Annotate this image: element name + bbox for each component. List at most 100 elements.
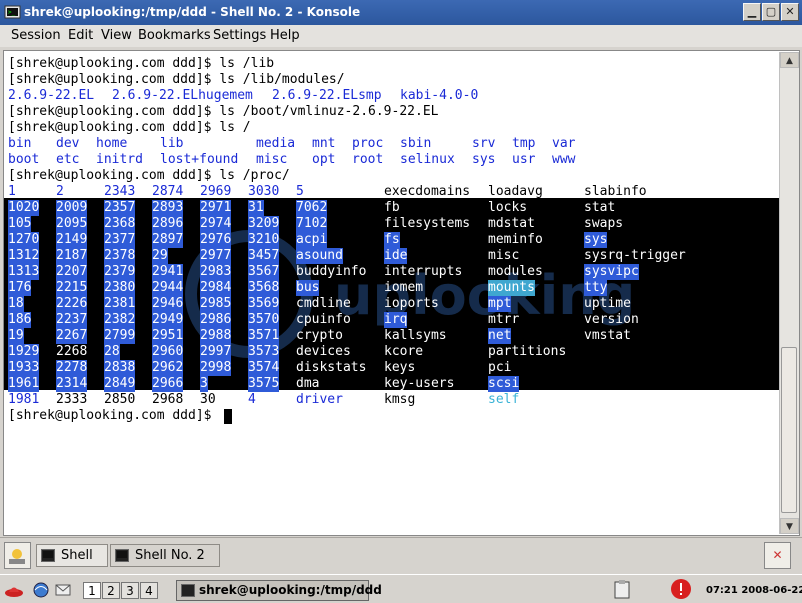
minimize-button[interactable]: ▁ xyxy=(743,3,761,21)
listing-entry: asound xyxy=(296,248,343,264)
maximize-button[interactable]: ▢ xyxy=(762,3,780,21)
listing-entry: 176 xyxy=(8,280,32,296)
listing-entry: misc xyxy=(256,152,288,167)
listing-entry: boot xyxy=(8,152,40,167)
listing-entry: 2968 xyxy=(152,392,184,407)
listing-entry: 2988 xyxy=(200,328,232,344)
listing-entry: 2962 xyxy=(152,360,184,376)
listing-entry: mtrr xyxy=(488,312,520,327)
listing-entry: root xyxy=(352,152,384,167)
pager-desktop-2[interactable]: 2 xyxy=(102,582,120,599)
close-session-button[interactable]: ✕ xyxy=(764,542,791,569)
task-konsole[interactable]: shrek@uplooking:/tmp/ddd xyxy=(176,580,382,601)
pager-desktop-3[interactable]: 3 xyxy=(121,582,139,599)
listing-entry: 1312 xyxy=(8,248,40,264)
listing-entry: misc xyxy=(488,248,520,263)
konsole-app-icon[interactable]: >_ xyxy=(4,4,21,21)
listing-entry: 2381 xyxy=(104,296,136,312)
listing-entry: 3030 xyxy=(248,184,280,199)
listing-entry: ide xyxy=(384,248,408,264)
menu-session[interactable]: Session xyxy=(11,28,61,43)
listing-entry: buddyinfo xyxy=(296,264,367,279)
menu-edit[interactable]: Edit xyxy=(68,28,93,43)
minimize-icon: ▁ xyxy=(747,5,757,18)
title-bar[interactable]: >_ shrek@uplooking:/tmp/ddd - Shell No. … xyxy=(0,0,802,25)
listing-entry: 28 xyxy=(104,344,120,360)
listing-entry: 2984 xyxy=(200,280,232,296)
pager-desktop-4[interactable]: 4 xyxy=(140,582,158,599)
menu-view[interactable]: View xyxy=(101,28,132,43)
listing-entry: keys xyxy=(384,360,416,375)
listing-entry: 29 xyxy=(152,248,168,264)
new-session-button[interactable] xyxy=(4,542,31,569)
redhat-menu-icon[interactable] xyxy=(4,580,24,600)
listing-entry: 2.6.9-22.ELhugemem xyxy=(112,88,253,103)
tab-shell-no-2[interactable]: Shell No. 2 xyxy=(110,544,220,567)
listing-entry: 19 xyxy=(8,328,24,344)
listing-entry: 2799 xyxy=(104,328,136,344)
listing-entry: 2368 xyxy=(104,216,136,232)
listing-entry: 2997 xyxy=(200,344,232,360)
web-browser-icon[interactable] xyxy=(32,581,50,599)
listing-entry: 3210 xyxy=(248,232,280,248)
listing-entry: irq xyxy=(384,312,408,328)
scroll-up-arrow[interactable]: ▲ xyxy=(780,52,799,68)
listing-entry: 2850 xyxy=(104,392,136,407)
mail-icon[interactable] xyxy=(54,581,72,599)
listing-entry: 2187 xyxy=(56,248,88,264)
listing-entry: 105 xyxy=(8,216,32,232)
listing-entry: key-users xyxy=(384,376,455,391)
listing-entry: scsi xyxy=(488,376,520,392)
listing-entry: 1020 xyxy=(8,200,40,216)
terminal-icon xyxy=(41,549,55,562)
listing-entry: 2896 xyxy=(152,216,184,232)
listing-entry: pci xyxy=(488,360,512,375)
listing-entry: partitions xyxy=(488,344,567,359)
terminal-line: [shrek@uplooking.com ddd]$ ls / xyxy=(8,120,251,135)
listing-entry: acpi xyxy=(296,232,328,248)
listing-entry: driver xyxy=(296,392,343,407)
listing-entry: mnt xyxy=(312,136,336,151)
menu-settings[interactable]: Settings xyxy=(213,28,266,43)
listing-entry: 2207 xyxy=(56,264,88,280)
listing-entry: 1981 xyxy=(8,392,40,407)
listing-entry: 7102 xyxy=(296,216,328,232)
clipboard-icon[interactable] xyxy=(612,579,632,599)
listing-entry: stat xyxy=(584,200,616,215)
clock[interactable]: 07:21 2008-06-22 xyxy=(706,585,802,596)
listing-entry: home xyxy=(96,136,128,151)
clock-text: 07:21 2008-06-22 xyxy=(706,585,802,596)
scroll-down-arrow[interactable]: ▼ xyxy=(780,518,799,534)
arrow-up-icon: ▲ xyxy=(786,56,793,66)
listing-entry: 3570 xyxy=(248,312,280,328)
listing-entry: 2946 xyxy=(152,296,184,312)
update-alert-icon[interactable] xyxy=(670,578,692,600)
tab-label: Shell No. 2 xyxy=(135,548,205,563)
terminal-scrollbar[interactable]: ▲ ▼ xyxy=(779,52,799,534)
pager-desktop-1[interactable]: 1 xyxy=(83,582,101,599)
terminal-view[interactable]: uplooking [shrek@uplooking.com ddd]$ ls … xyxy=(4,52,779,534)
listing-entry: 1270 xyxy=(8,232,40,248)
tab-shell[interactable]: Shell xyxy=(36,544,108,567)
listing-entry: cpuinfo xyxy=(296,312,351,327)
listing-entry: 2237 xyxy=(56,312,88,328)
svg-text:>_: >_ xyxy=(8,9,16,16)
listing-entry: vmstat xyxy=(584,328,631,343)
menu-help[interactable]: Help xyxy=(270,28,300,43)
close-button[interactable]: ✕ xyxy=(781,3,799,21)
scrollbar-thumb[interactable] xyxy=(781,347,797,513)
listing-entry: 2960 xyxy=(152,344,184,360)
listing-entry: 2357 xyxy=(104,200,136,216)
menu-bookmarks[interactable]: Bookmarks xyxy=(138,28,211,43)
listing-entry: 2314 xyxy=(56,376,88,392)
listing-entry: devices xyxy=(296,344,351,359)
listing-entry: 2009 xyxy=(56,200,88,216)
listing-entry: lost+found xyxy=(160,152,239,167)
listing-entry: 2998 xyxy=(200,360,232,376)
listing-entry: etc xyxy=(56,152,80,167)
listing-entry: 3569 xyxy=(248,296,280,312)
listing-entry: 2893 xyxy=(152,200,184,216)
listing-entry: 2278 xyxy=(56,360,88,376)
taskbar: 1 2 3 4 shrek@uplooking:/tmp/ddd 07:21 2… xyxy=(0,574,802,603)
listing-entry: 3209 xyxy=(248,216,280,232)
